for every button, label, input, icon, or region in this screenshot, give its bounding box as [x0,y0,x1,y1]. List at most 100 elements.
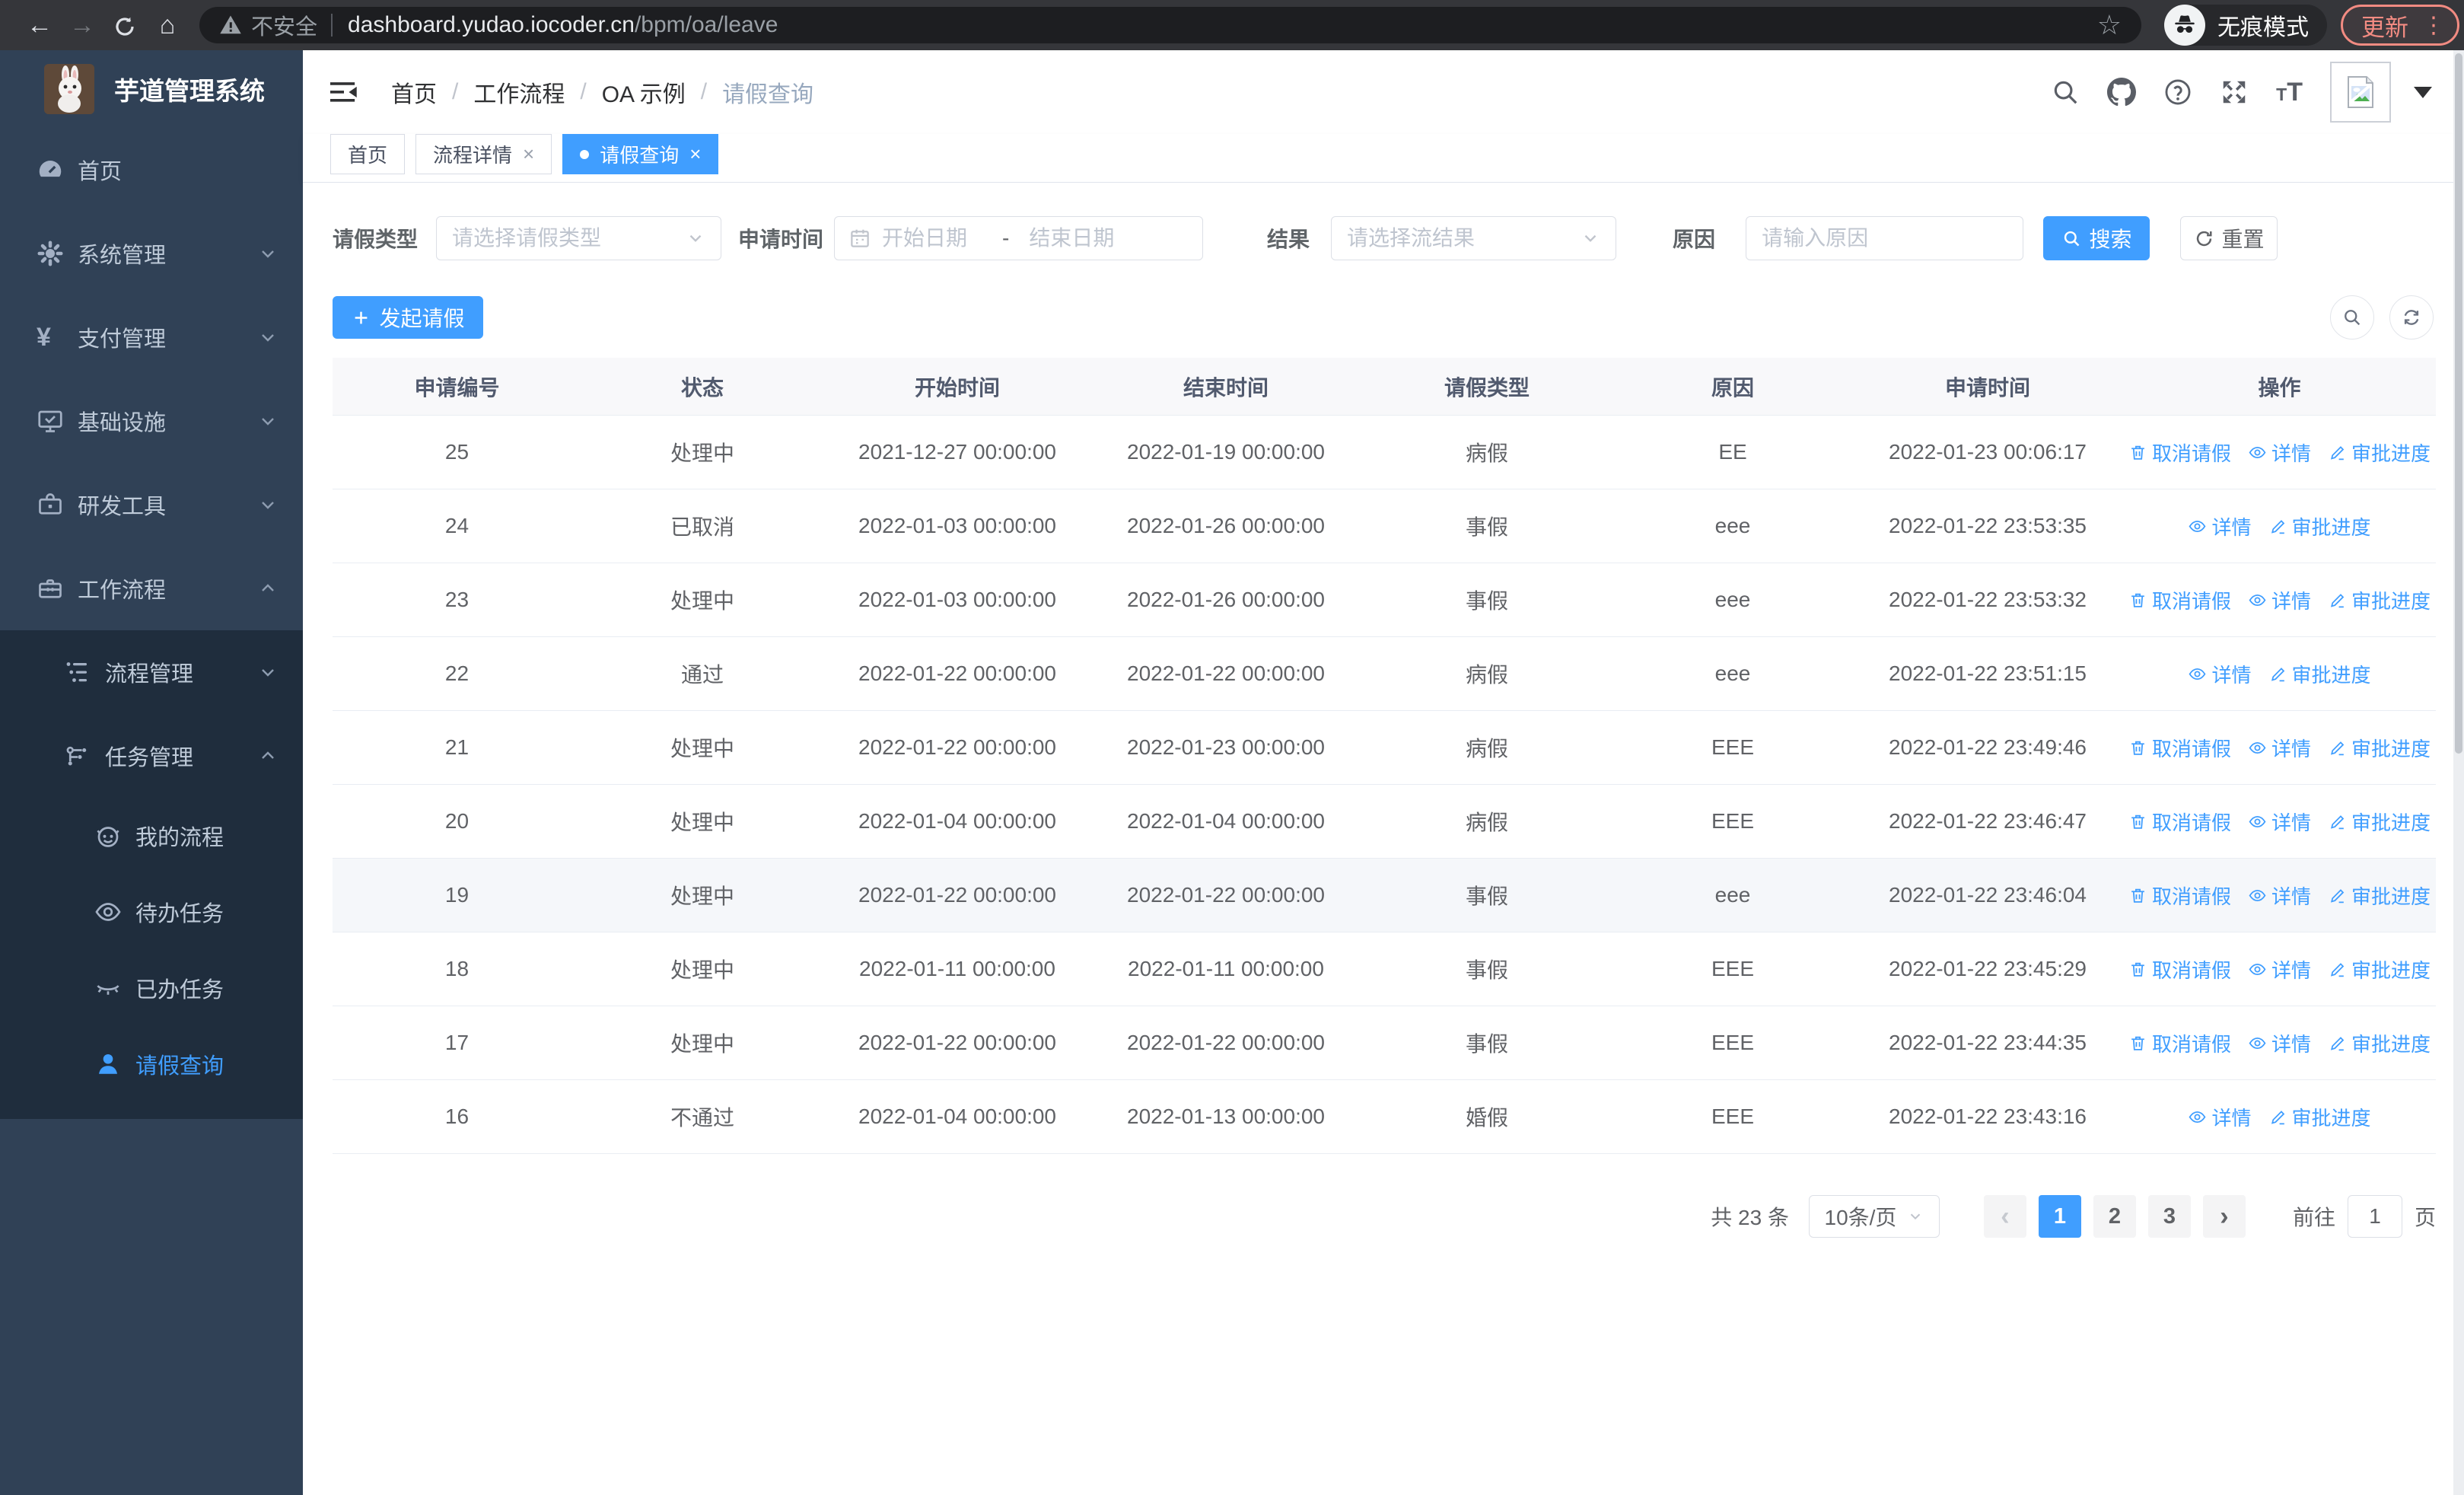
reason-field[interactable] [1746,216,2024,260]
page-button-1[interactable]: 1 [2038,1195,2081,1238]
font-size-icon[interactable]: TT [2276,78,2303,107]
chevron-up-icon [262,584,274,591]
date-start-input[interactable] [882,226,1003,250]
prev-page-button[interactable]: ‹ [1983,1195,2026,1238]
date-end-input[interactable] [1029,226,1150,250]
page-button-2[interactable]: 2 [2093,1195,2136,1238]
reason-input[interactable] [1762,226,2008,250]
bookmark-star-icon[interactable]: ☆ [2097,9,2122,41]
page-size-select[interactable]: 10条/页 [1808,1195,1940,1238]
approval-progress-link[interactable]: 审批进度 [2268,660,2371,688]
sidebar-item-payment[interactable]: ¥ 支付管理 [0,295,303,379]
detail-link[interactable]: 详情 [2188,660,2252,688]
tag-views-bar: 首页 流程详情 × 请假查询 × [303,134,2464,183]
breadcrumb-home[interactable]: 首页 [391,75,437,109]
detail-link[interactable]: 详情 [2248,1029,2311,1057]
approval-progress-link[interactable]: 审批进度 [2268,512,2371,540]
page-content: 请假类型 申请时间 - 结果 原因 [303,183,2464,1495]
pen-icon [2271,519,2284,534]
monitor-icon [37,407,75,435]
sidebar-item-workflow[interactable]: 工作流程 [0,547,303,630]
detail-link[interactable]: 详情 [2248,808,2311,836]
breadcrumb-workflow[interactable]: 工作流程 [473,75,565,109]
browser-reload-icon[interactable] [103,11,146,40]
trash-icon [2131,888,2144,903]
result-input[interactable] [1347,226,1581,250]
browser-menu-icon[interactable]: ⋮ [2422,12,2445,39]
dashboard-icon [37,156,75,183]
browser-home-icon[interactable]: ⌂ [146,11,189,40]
page-button-3[interactable]: 3 [2147,1195,2191,1238]
approval-progress-link[interactable]: 审批进度 [2328,734,2431,762]
sidebar-item-my-process[interactable]: 我的流程 [0,798,303,874]
approval-progress-link[interactable]: 审批进度 [2328,586,2431,614]
detail-link[interactable]: 详情 [2248,955,2311,983]
browser-update-button[interactable]: 更新 ⋮ [2341,5,2459,46]
cancel-leave-link[interactable]: 取消请假 [2128,734,2231,762]
browser-back-icon[interactable]: ← [18,11,61,40]
approval-progress-link[interactable]: 审批进度 [2328,1029,2431,1057]
avatar-caret-icon[interactable] [2414,86,2432,98]
approval-progress-link[interactable]: 审批进度 [2268,1103,2371,1131]
detail-link[interactable]: 详情 [2248,881,2311,910]
address-bar[interactable]: 不安全 dashboard.yudao.iocoder.cn/bpm/oa/le… [199,7,2141,43]
leave-type-input[interactable] [452,226,686,250]
leave-type-select[interactable] [436,216,722,260]
sidebar-item-home[interactable]: 首页 [0,128,303,212]
browser-forward-icon[interactable]: → [61,11,103,40]
close-icon[interactable]: × [689,142,701,166]
close-icon[interactable]: × [523,142,534,166]
sidebar: 芋道管理系统 首页 系统管理 ¥ 支付管理 基础设施 研发工具 工作流程 流程管… [0,50,303,1495]
detail-link[interactable]: 详情 [2248,734,2311,762]
refresh-table-button[interactable] [2389,295,2434,339]
sidebar-item-infrastructure[interactable]: 基础设施 [0,379,303,463]
apply-time-range-picker[interactable]: - [834,216,1204,260]
tab-process-detail[interactable]: 流程详情 × [415,134,552,174]
show-search-button[interactable] [2330,295,2374,339]
tab-leave-query[interactable]: 请假查询 × [562,134,719,174]
approval-progress-link[interactable]: 审批进度 [2328,881,2431,910]
avatar[interactable] [2330,62,2391,123]
cancel-leave-link[interactable]: 取消请假 [2128,438,2231,467]
approval-progress-link[interactable]: 审批进度 [2328,955,2431,983]
cancel-leave-link[interactable]: 取消请假 [2128,586,2231,614]
chevron-up-icon [262,751,274,759]
breadcrumb-oa-example[interactable]: OA 示例 [602,75,686,109]
sidebar-item-dev-tools[interactable]: 研发工具 [0,463,303,547]
scrollbar-thumb[interactable] [2455,53,2462,754]
cancel-leave-link[interactable]: 取消请假 [2128,881,2231,910]
approval-progress-link[interactable]: 审批进度 [2328,808,2431,836]
create-leave-button[interactable]: 发起请假 [333,296,483,339]
fullscreen-icon[interactable] [2220,78,2249,107]
result-select[interactable] [1331,216,1617,260]
sidebar-item-task-management[interactable]: 任务管理 [0,714,303,798]
goto-page-input[interactable] [2347,1195,2402,1238]
sidebar-collapse-icon[interactable] [330,78,358,106]
table-toolbar: 发起请假 [333,295,2434,339]
plus-icon [355,311,368,324]
reset-button[interactable]: 重置 [2180,216,2278,260]
help-icon[interactable] [2163,78,2192,107]
gear-icon [37,240,75,267]
eye-icon [2249,963,2266,975]
detail-link[interactable]: 详情 [2248,586,2311,614]
cancel-leave-link[interactable]: 取消请假 [2128,955,2231,983]
cancel-leave-link[interactable]: 取消请假 [2128,808,2231,836]
detail-link[interactable]: 详情 [2188,1103,2252,1131]
sidebar-item-done-tasks[interactable]: 已办任务 [0,950,303,1026]
approval-progress-link[interactable]: 审批进度 [2328,438,2431,467]
sidebar-item-system[interactable]: 系统管理 [0,212,303,295]
detail-link[interactable]: 详情 [2248,438,2311,467]
sidebar-item-todo-tasks[interactable]: 待办任务 [0,874,303,950]
sidebar-item-leave-query[interactable]: 请假查询 [0,1026,303,1102]
sidebar-item-process-management[interactable]: 流程管理 [0,630,303,714]
search-icon[interactable] [2051,78,2080,107]
eye-icon [2249,1037,2266,1049]
cancel-leave-link[interactable]: 取消请假 [2128,1029,2231,1057]
scrollbar[interactable] [2453,50,2464,1495]
tab-home[interactable]: 首页 [330,134,406,174]
next-page-button[interactable]: › [2202,1195,2246,1238]
search-button[interactable]: 搜索 [2043,216,2150,260]
github-icon[interactable] [2107,78,2137,107]
detail-link[interactable]: 详情 [2188,512,2252,540]
